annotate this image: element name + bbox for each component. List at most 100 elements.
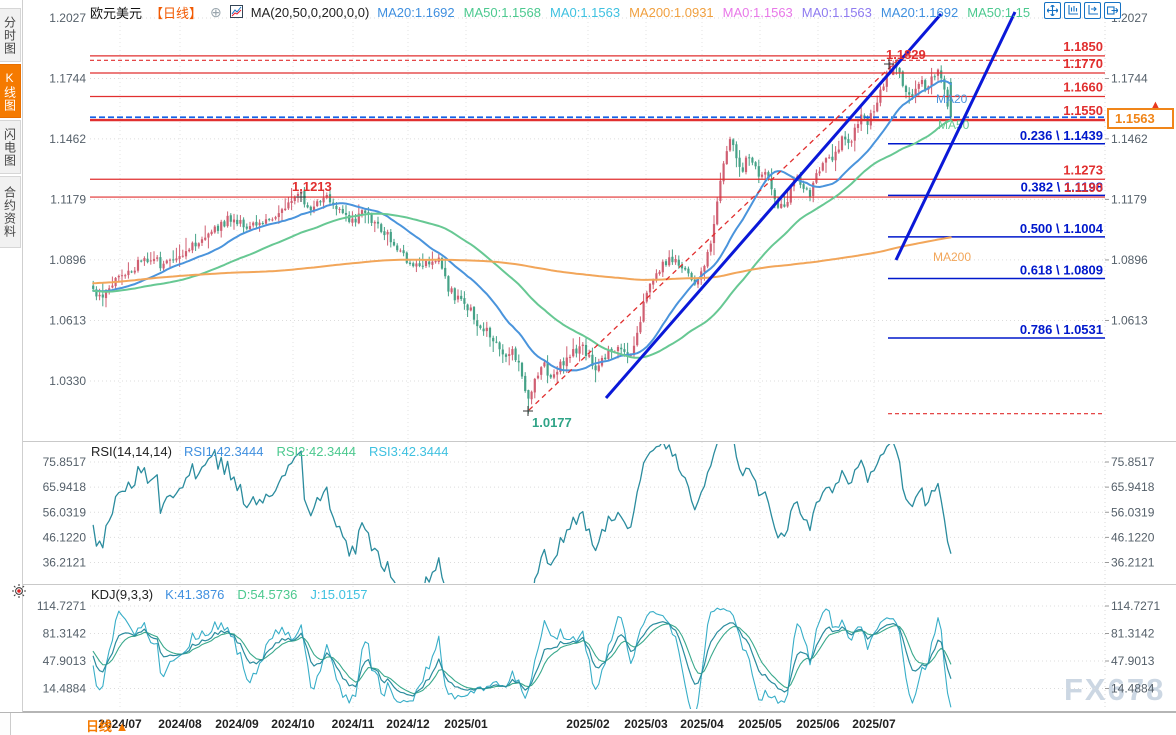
svg-text:1.1273: 1.1273 (1063, 162, 1103, 177)
symbol-title: 欧元美元 (90, 3, 142, 22)
kdj-layer (93, 608, 951, 716)
kdj-readout: J:15.0157 (310, 587, 367, 602)
rsi-readouts: RSI1:42.3444 RSI2:42.3444 RSI3:42.3444 (184, 444, 462, 459)
svg-text:0.236 \ 1.1439: 0.236 \ 1.1439 (1020, 128, 1103, 143)
svg-text:0.618 \ 1.0809: 0.618 \ 1.0809 (1020, 263, 1103, 278)
candles-layer (92, 59, 952, 413)
sidebar-item-2[interactable]: K线图 (0, 64, 21, 118)
chart-toolbar (1044, 2, 1121, 19)
svg-text:1.0613: 1.0613 (1111, 313, 1148, 327)
kdj-header: KDJ(9,3,3) K:41.3876 D:54.5736 J:15.0157 (91, 587, 381, 602)
sidebar-item-1[interactable]: 分时图 (0, 8, 21, 62)
indicator-settings-icon[interactable] (11, 583, 27, 602)
svg-text:36.2121: 36.2121 (1111, 556, 1155, 570)
ma-readout: MA50:1.1568 (464, 5, 541, 20)
kdj-indicator-name: KDJ(9,3,3) (91, 587, 153, 602)
svg-text:14.4884: 14.4884 (1111, 682, 1155, 696)
period-selector[interactable]: 日线 ▲ (86, 716, 129, 735)
current-price-tag: 1.1563 (1107, 108, 1174, 129)
svg-text:MA200: MA200 (933, 250, 971, 264)
svg-text:47.9013: 47.9013 (1111, 654, 1155, 668)
svg-text:1.1744: 1.1744 (49, 72, 86, 86)
svg-text:1.0177: 1.0177 (532, 415, 572, 430)
svg-text:75.8517: 75.8517 (1111, 455, 1155, 469)
sidebar-item-4[interactable]: 合约资料 (0, 176, 21, 248)
period-label[interactable]: 【日线】 (150, 3, 202, 22)
svg-text:1.1770: 1.1770 (1063, 56, 1103, 71)
svg-text:81.3142: 81.3142 (1111, 627, 1155, 641)
svg-text:2025/06: 2025/06 (796, 717, 840, 731)
svg-text:2025/04: 2025/04 (680, 717, 724, 731)
chart-app: FX678 0.236 \ 1.14390.382 \ 1.11980.500 … (0, 0, 1176, 735)
svg-text:1.0613: 1.0613 (49, 313, 86, 327)
sidebar-item-3[interactable]: 闪电图 (0, 120, 21, 174)
period-selector-arrow: ▲ (116, 719, 129, 734)
link-icon[interactable]: ⊕ (210, 4, 222, 21)
popout-icon[interactable] (1104, 2, 1121, 19)
ma-readout: MA0:1.1563 (550, 5, 620, 20)
ma-readout: MA200:1.0931 (629, 5, 714, 20)
svg-text:MA50: MA50 (938, 118, 970, 132)
svg-text:56.0319: 56.0319 (43, 505, 87, 519)
svg-text:81.3142: 81.3142 (43, 627, 87, 641)
svg-text:2025/01: 2025/01 (444, 717, 488, 731)
svg-text:46.1220: 46.1220 (1111, 530, 1155, 544)
svg-text:2025/05: 2025/05 (738, 717, 782, 731)
sidebar: 分时图K线图闪电图合约资料 (0, 0, 23, 712)
svg-text:1.1213: 1.1213 (292, 179, 332, 194)
svg-text:65.9418: 65.9418 (1111, 480, 1155, 494)
axis-scale-icon[interactable] (1064, 2, 1081, 19)
svg-text:0.500 \ 1.1004: 0.500 \ 1.1004 (1020, 221, 1104, 236)
svg-text:2024/11: 2024/11 (332, 717, 375, 731)
ma-readout: MA0:1.1563 (802, 5, 872, 20)
svg-text:65.9418: 65.9418 (43, 480, 87, 494)
rsi-readout: RSI1:42.3444 (184, 444, 264, 459)
svg-text:1.1179: 1.1179 (50, 192, 86, 206)
price-up-arrow: ▲ (1150, 99, 1161, 111)
chart-canvas[interactable]: 0.236 \ 1.14390.382 \ 1.11980.500 \ 1.10… (0, 0, 1176, 735)
svg-text:2025/02: 2025/02 (566, 717, 610, 731)
svg-text:MA20: MA20 (936, 92, 968, 106)
svg-text:1.1744: 1.1744 (1111, 72, 1148, 86)
svg-text:2025/07: 2025/07 (852, 717, 896, 731)
svg-text:1.0896: 1.0896 (49, 253, 86, 267)
rsi-readout: RSI3:42.3444 (369, 444, 449, 459)
svg-text:1.1660: 1.1660 (1063, 80, 1103, 95)
svg-text:1.1850: 1.1850 (1063, 39, 1103, 54)
indicator-icon[interactable] (230, 5, 243, 21)
svg-text:1.1829: 1.1829 (886, 47, 926, 62)
indicator-name: MA(20,50,0,200,0,0) (251, 5, 370, 20)
svg-text:1.2027: 1.2027 (49, 11, 86, 25)
crosshair-icon[interactable] (1044, 2, 1061, 19)
svg-text:2024/10: 2024/10 (271, 717, 315, 731)
svg-text:1.1179: 1.1179 (1111, 192, 1147, 206)
rsi-header: RSI(14,14,14) RSI1:42.3444RSI2:42.3444RS… (91, 444, 461, 459)
svg-text:2024/08: 2024/08 (158, 717, 202, 731)
kdj-readout: K:41.3876 (165, 587, 224, 602)
kdj-readout: D:54.5736 (237, 587, 297, 602)
svg-text:56.0319: 56.0319 (1111, 505, 1155, 519)
svg-text:75.8517: 75.8517 (43, 455, 87, 469)
svg-text:46.1220: 46.1220 (43, 530, 87, 544)
svg-text:2024/12: 2024/12 (386, 717, 430, 731)
svg-text:114.7271: 114.7271 (37, 599, 86, 613)
svg-text:36.2121: 36.2121 (43, 556, 87, 570)
svg-text:1.0330: 1.0330 (49, 374, 86, 388)
annotations-layer: 1.1829 1.1213 1.0177 (292, 47, 926, 430)
svg-text:1.1550: 1.1550 (1063, 103, 1103, 118)
kdj-readouts: K:41.3876 D:54.5736 J:15.0157 (165, 587, 380, 602)
svg-text:1.0896: 1.0896 (1111, 253, 1148, 267)
rsi-readout: RSI2:42.3444 (276, 444, 356, 459)
axis-pan-icon[interactable] (1084, 2, 1101, 19)
svg-text:114.7271: 114.7271 (1111, 599, 1160, 613)
ma-readout: MA20:1.1692 (377, 5, 454, 20)
period-selector-label: 日线 (86, 719, 112, 734)
fibonacci-layer: 0.236 \ 1.14390.382 \ 1.11980.500 \ 1.10… (90, 60, 1105, 413)
svg-text:14.4884: 14.4884 (43, 682, 87, 696)
svg-text:1.1462: 1.1462 (49, 132, 86, 146)
grid-layer (0, 14, 1176, 712)
rsi-indicator-name: RSI(14,14,14) (91, 444, 172, 459)
svg-text:47.9013: 47.9013 (43, 654, 87, 668)
svg-text:1.1190: 1.1190 (1064, 180, 1103, 195)
svg-text:1.1462: 1.1462 (1111, 132, 1148, 146)
